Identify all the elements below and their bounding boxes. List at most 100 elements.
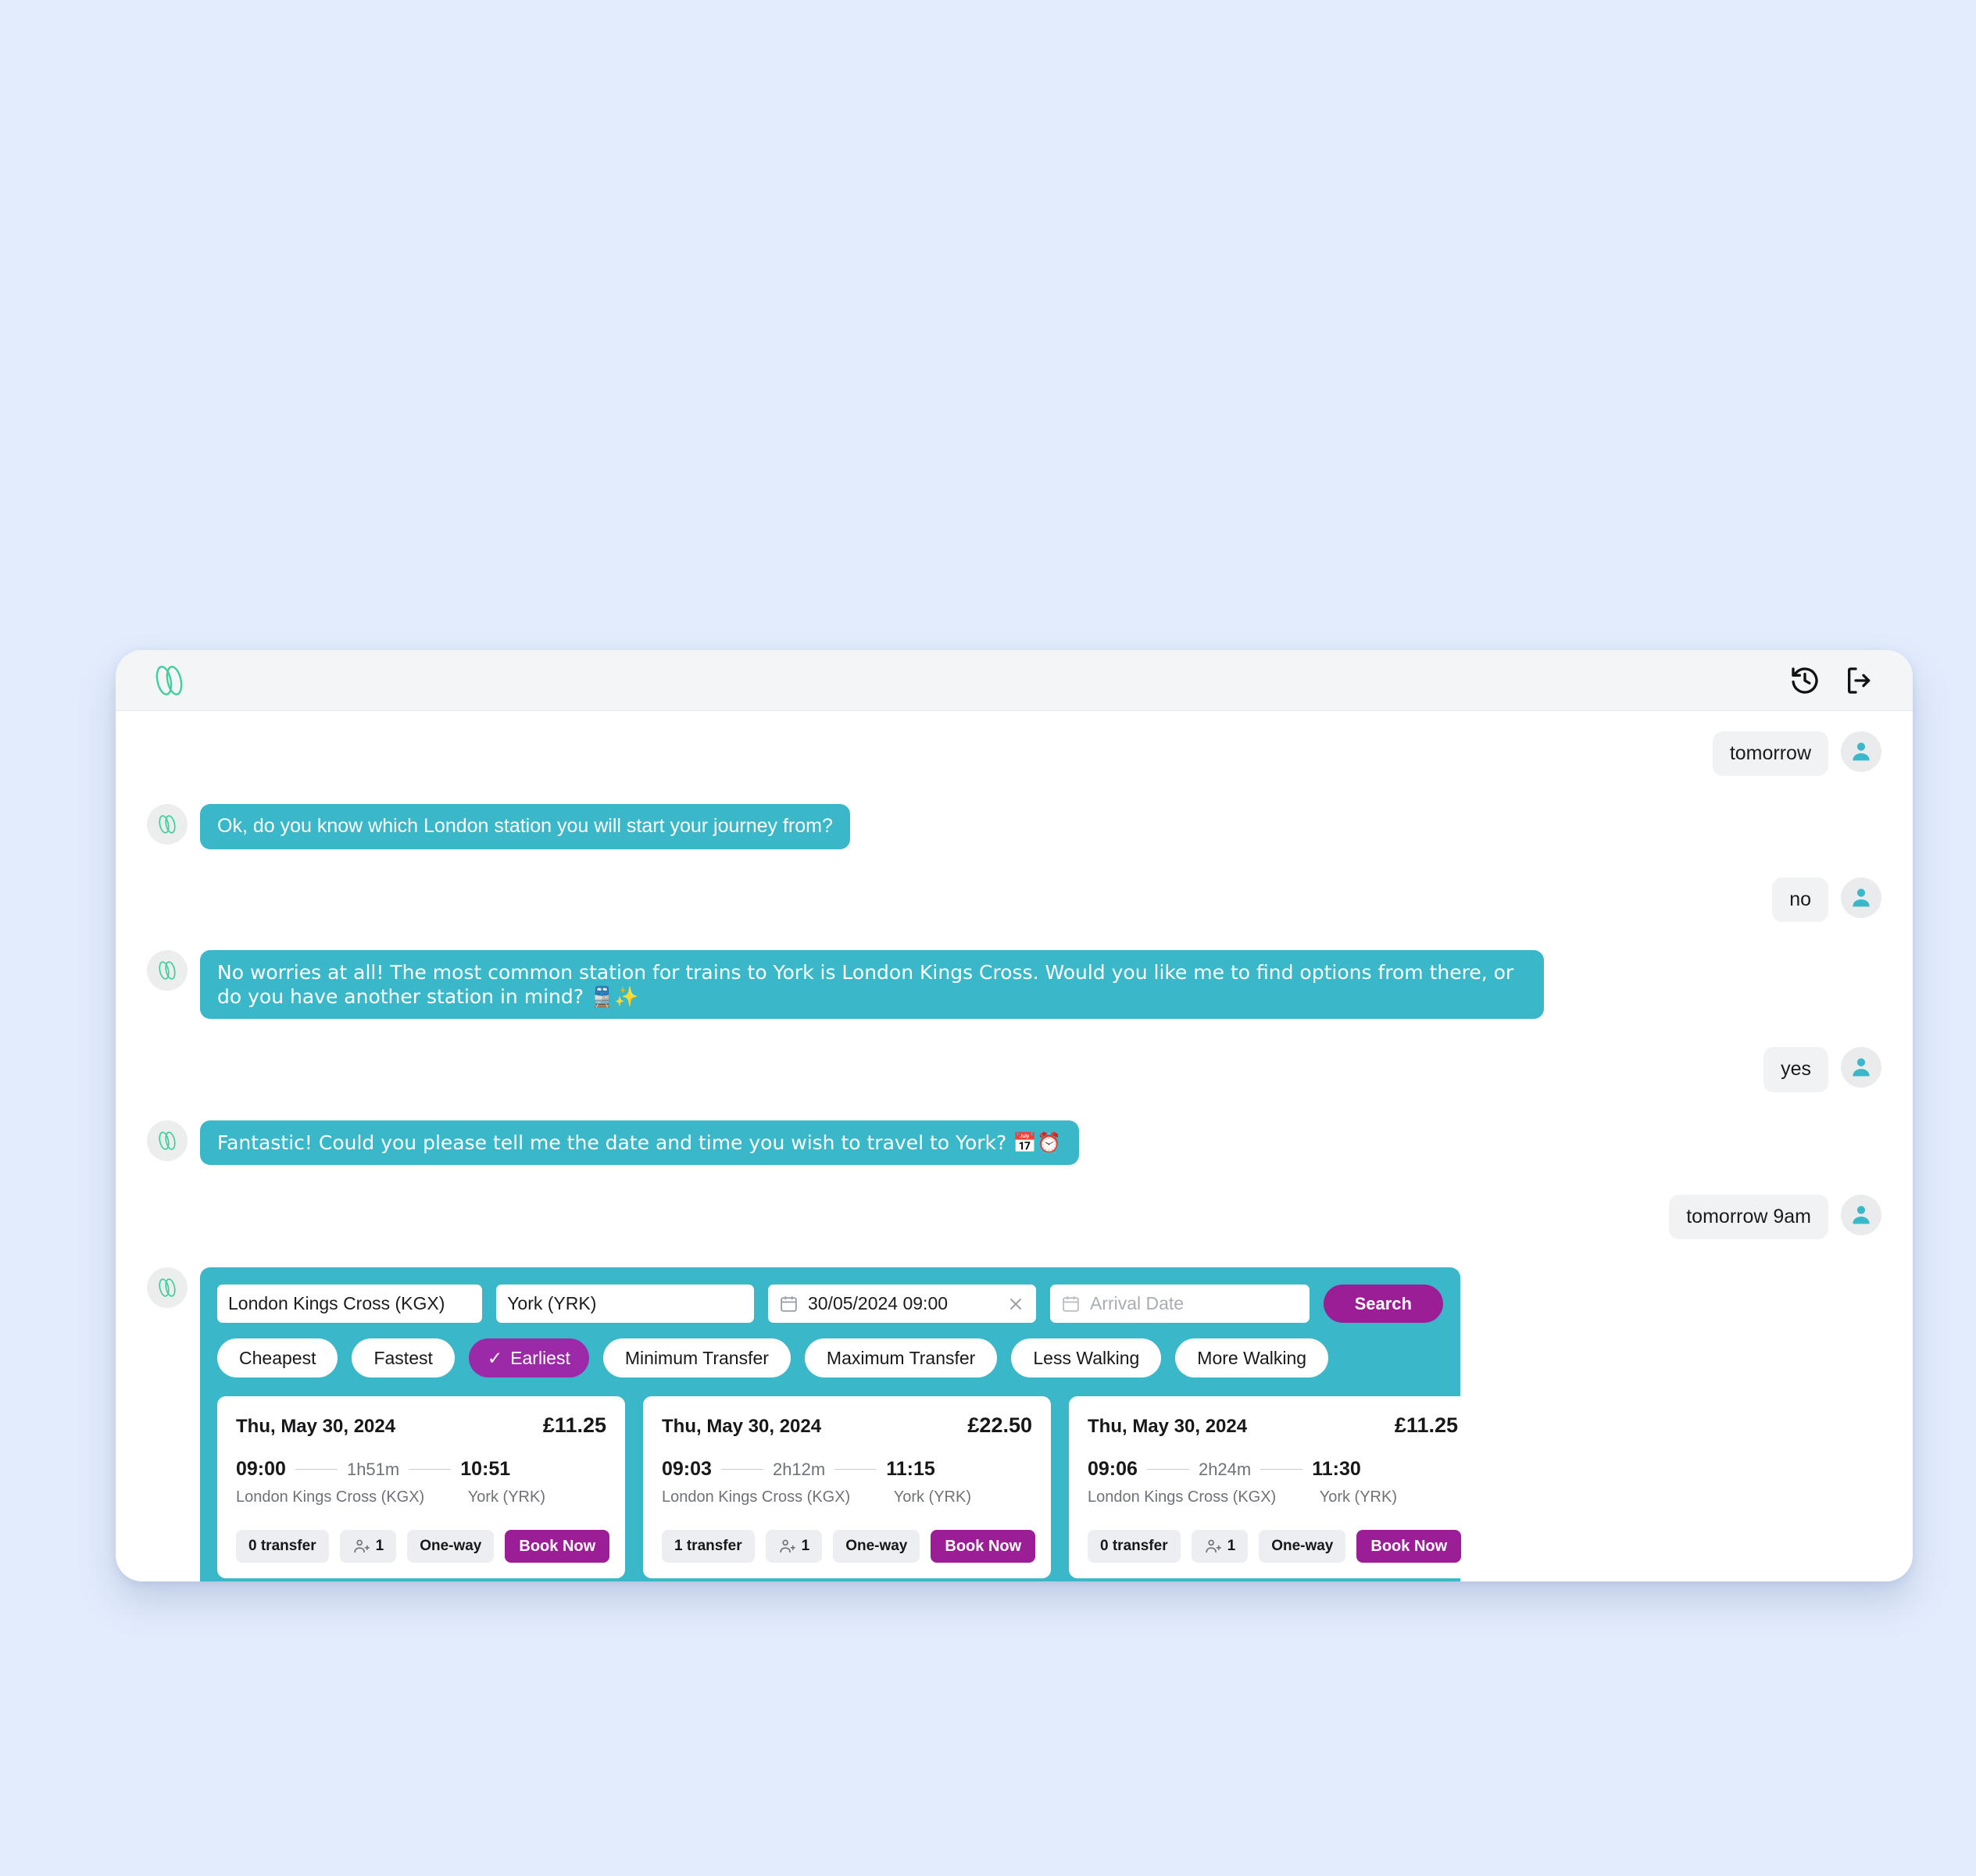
departure-time: 09:00 (236, 1458, 286, 1480)
bot-message-bubble: No worries at all! The most common stati… (200, 949, 1544, 1020)
origin-station: London Kings Cross (KGX) (236, 1488, 425, 1506)
trip-date: Thu, May 30, 2024 (662, 1416, 822, 1437)
calendar-icon (1063, 1296, 1079, 1312)
avatar (1841, 731, 1881, 772)
trip-leg: 09:03 2h12m 11:15 (662, 1458, 1032, 1481)
close-icon[interactable] (1006, 1295, 1025, 1313)
trip-card-header: Thu, May 30, 2024 £11.25 (1088, 1413, 1458, 1438)
avatar (1841, 1194, 1881, 1235)
message-row-bot-results: London Kings Cross (KGX) York (YRK) 30/0… (147, 1267, 1881, 1581)
brand-logo (148, 659, 191, 702)
departure-time: 09:06 (1088, 1458, 1138, 1480)
message-row-user: tomorrow 9am (147, 1194, 1881, 1239)
filter-chip-label: Earliest (510, 1347, 570, 1368)
leg-line (834, 1469, 877, 1470)
trip-card[interactable]: Thu, May 30, 2024 £22.50 09:03 2h12m 11:… (643, 1396, 1051, 1578)
train-search-results-panel: London Kings Cross (KGX) York (YRK) 30/0… (200, 1267, 1477, 1581)
book-now-button[interactable]: Book Now (1356, 1530, 1462, 1563)
destination-station-value: York (YRK) (507, 1293, 597, 1313)
leg-line (1260, 1469, 1303, 1470)
filter-chip-minimum-transfer[interactable]: Minimum Transfer (602, 1338, 791, 1378)
book-now-button[interactable]: Book Now (931, 1530, 1036, 1563)
message-row-bot: Fantastic! Could you please tell me the … (147, 1120, 1881, 1165)
trip-price: £11.25 (542, 1413, 606, 1437)
arrival-date-placeholder: Arrival Date (1089, 1293, 1185, 1313)
trip-stations: London Kings Cross (KGX) York (YRK) (1088, 1488, 1458, 1506)
arrival-time: 11:15 (886, 1458, 935, 1480)
search-button[interactable]: Search (1323, 1285, 1443, 1323)
trip-card[interactable]: Thu, May 30, 2024 £11.25 09:00 1h51m 10:… (217, 1396, 625, 1578)
user-avatar-icon (1853, 1058, 1870, 1077)
user-avatar-icon (1853, 1206, 1870, 1224)
departure-datetime-input[interactable]: 30/05/2024 09:00 (767, 1285, 1036, 1323)
avatar (147, 1120, 188, 1161)
app-header (116, 650, 1913, 711)
calendar-icon (781, 1296, 797, 1312)
filter-chip-cheapest[interactable]: Cheapest (217, 1338, 338, 1378)
bot-message-bubble: Ok, do you know which London station you… (200, 804, 850, 849)
filter-chip-earliest[interactable]: ✓ Earliest (468, 1338, 589, 1378)
book-now-button[interactable]: Book Now (505, 1530, 610, 1563)
avatar (1841, 877, 1881, 918)
filter-chip-fastest[interactable]: Fastest (352, 1338, 455, 1378)
avatar (147, 1267, 188, 1308)
passenger-add-icon (353, 1539, 370, 1553)
trip-card-footer: 0 transfer 1 One-way Book Now (236, 1530, 610, 1563)
logout-icon[interactable] (1844, 665, 1875, 696)
filter-chip-label: Fastest (373, 1347, 433, 1368)
origin-station: London Kings Cross (KGX) (662, 1488, 851, 1506)
trip-stations: London Kings Cross (KGX) York (YRK) (236, 1488, 606, 1506)
passenger-count: 1 (801, 1538, 810, 1554)
arrival-time: 10:51 (460, 1458, 511, 1480)
destination-station: York (YRK) (467, 1488, 545, 1506)
trip-duration: 1h51m (346, 1459, 400, 1479)
destination-station-input[interactable]: York (YRK) (496, 1285, 754, 1323)
user-message-bubble: tomorrow (1712, 731, 1828, 777)
origin-station-input[interactable]: London Kings Cross (KGX) (217, 1285, 483, 1323)
history-icon[interactable] (1789, 665, 1821, 696)
trip-card-header: Thu, May 30, 2024 £11.25 (236, 1413, 606, 1438)
trip-card-header: Thu, May 30, 2024 £22.50 (662, 1413, 1032, 1438)
trip-card-row: Thu, May 30, 2024 £11.25 09:00 1h51m 10:… (217, 1396, 1477, 1578)
trip-stations: London Kings Cross (KGX) York (YRK) (662, 1488, 1032, 1506)
trip-type-tag: One-way (407, 1530, 495, 1563)
trip-date: Thu, May 30, 2024 (1088, 1416, 1248, 1437)
filter-chip-label: Less Walking (1033, 1347, 1140, 1368)
trip-card-footer: 0 transfer 1 One-way Book Now (1088, 1530, 1462, 1563)
filter-chip-maximum-transfer[interactable]: Maximum Transfer (804, 1338, 998, 1378)
user-avatar-icon (1853, 888, 1870, 906)
transfer-tag: 1 transfer (662, 1530, 755, 1563)
message-row-bot: Ok, do you know which London station you… (147, 804, 1881, 849)
transfer-tag: 0 transfer (1088, 1530, 1181, 1563)
leg-line (1146, 1469, 1189, 1470)
trip-duration: 2h24m (1198, 1459, 1252, 1479)
filter-chip-less-walking[interactable]: Less Walking (1011, 1338, 1162, 1378)
departure-datetime-value: 30/05/2024 09:00 (807, 1293, 949, 1313)
arrival-date-input[interactable]: Arrival Date (1049, 1285, 1310, 1323)
filter-chip-more-walking[interactable]: More Walking (1175, 1338, 1329, 1378)
filter-chip-label: Maximum Transfer (826, 1347, 976, 1368)
origin-station-value: London Kings Cross (KGX) (228, 1293, 445, 1313)
leg-line (720, 1469, 763, 1470)
trip-leg: 09:00 1h51m 10:51 (236, 1458, 606, 1481)
avatar (1841, 1047, 1881, 1088)
user-message-bubble: tomorrow 9am (1669, 1194, 1828, 1239)
leg-line (409, 1469, 452, 1470)
bot-avatar-icon (159, 1131, 176, 1150)
bot-message-bubble: Fantastic! Could you please tell me the … (200, 1120, 1079, 1165)
passenger-tag: 1 (1191, 1530, 1249, 1563)
avatar (147, 804, 188, 845)
trip-card-footer: 1 transfer 1 One-way Book Now (662, 1530, 1036, 1563)
destination-station: York (YRK) (1319, 1488, 1397, 1506)
filter-chip-label: Minimum Transfer (624, 1347, 769, 1368)
trip-type-tag: One-way (1259, 1530, 1346, 1563)
passenger-add-icon (1205, 1539, 1221, 1553)
filter-chip-label: More Walking (1197, 1347, 1307, 1368)
filter-chip-label: Cheapest (239, 1347, 316, 1368)
filter-chip-row: Cheapest Fastest ✓ Earliest Minimum Tran… (217, 1338, 1443, 1378)
trip-card[interactable]: Thu, May 30, 2024 £11.25 09:06 2h24m 11:… (1069, 1396, 1477, 1578)
trip-price: £11.25 (1394, 1413, 1458, 1437)
